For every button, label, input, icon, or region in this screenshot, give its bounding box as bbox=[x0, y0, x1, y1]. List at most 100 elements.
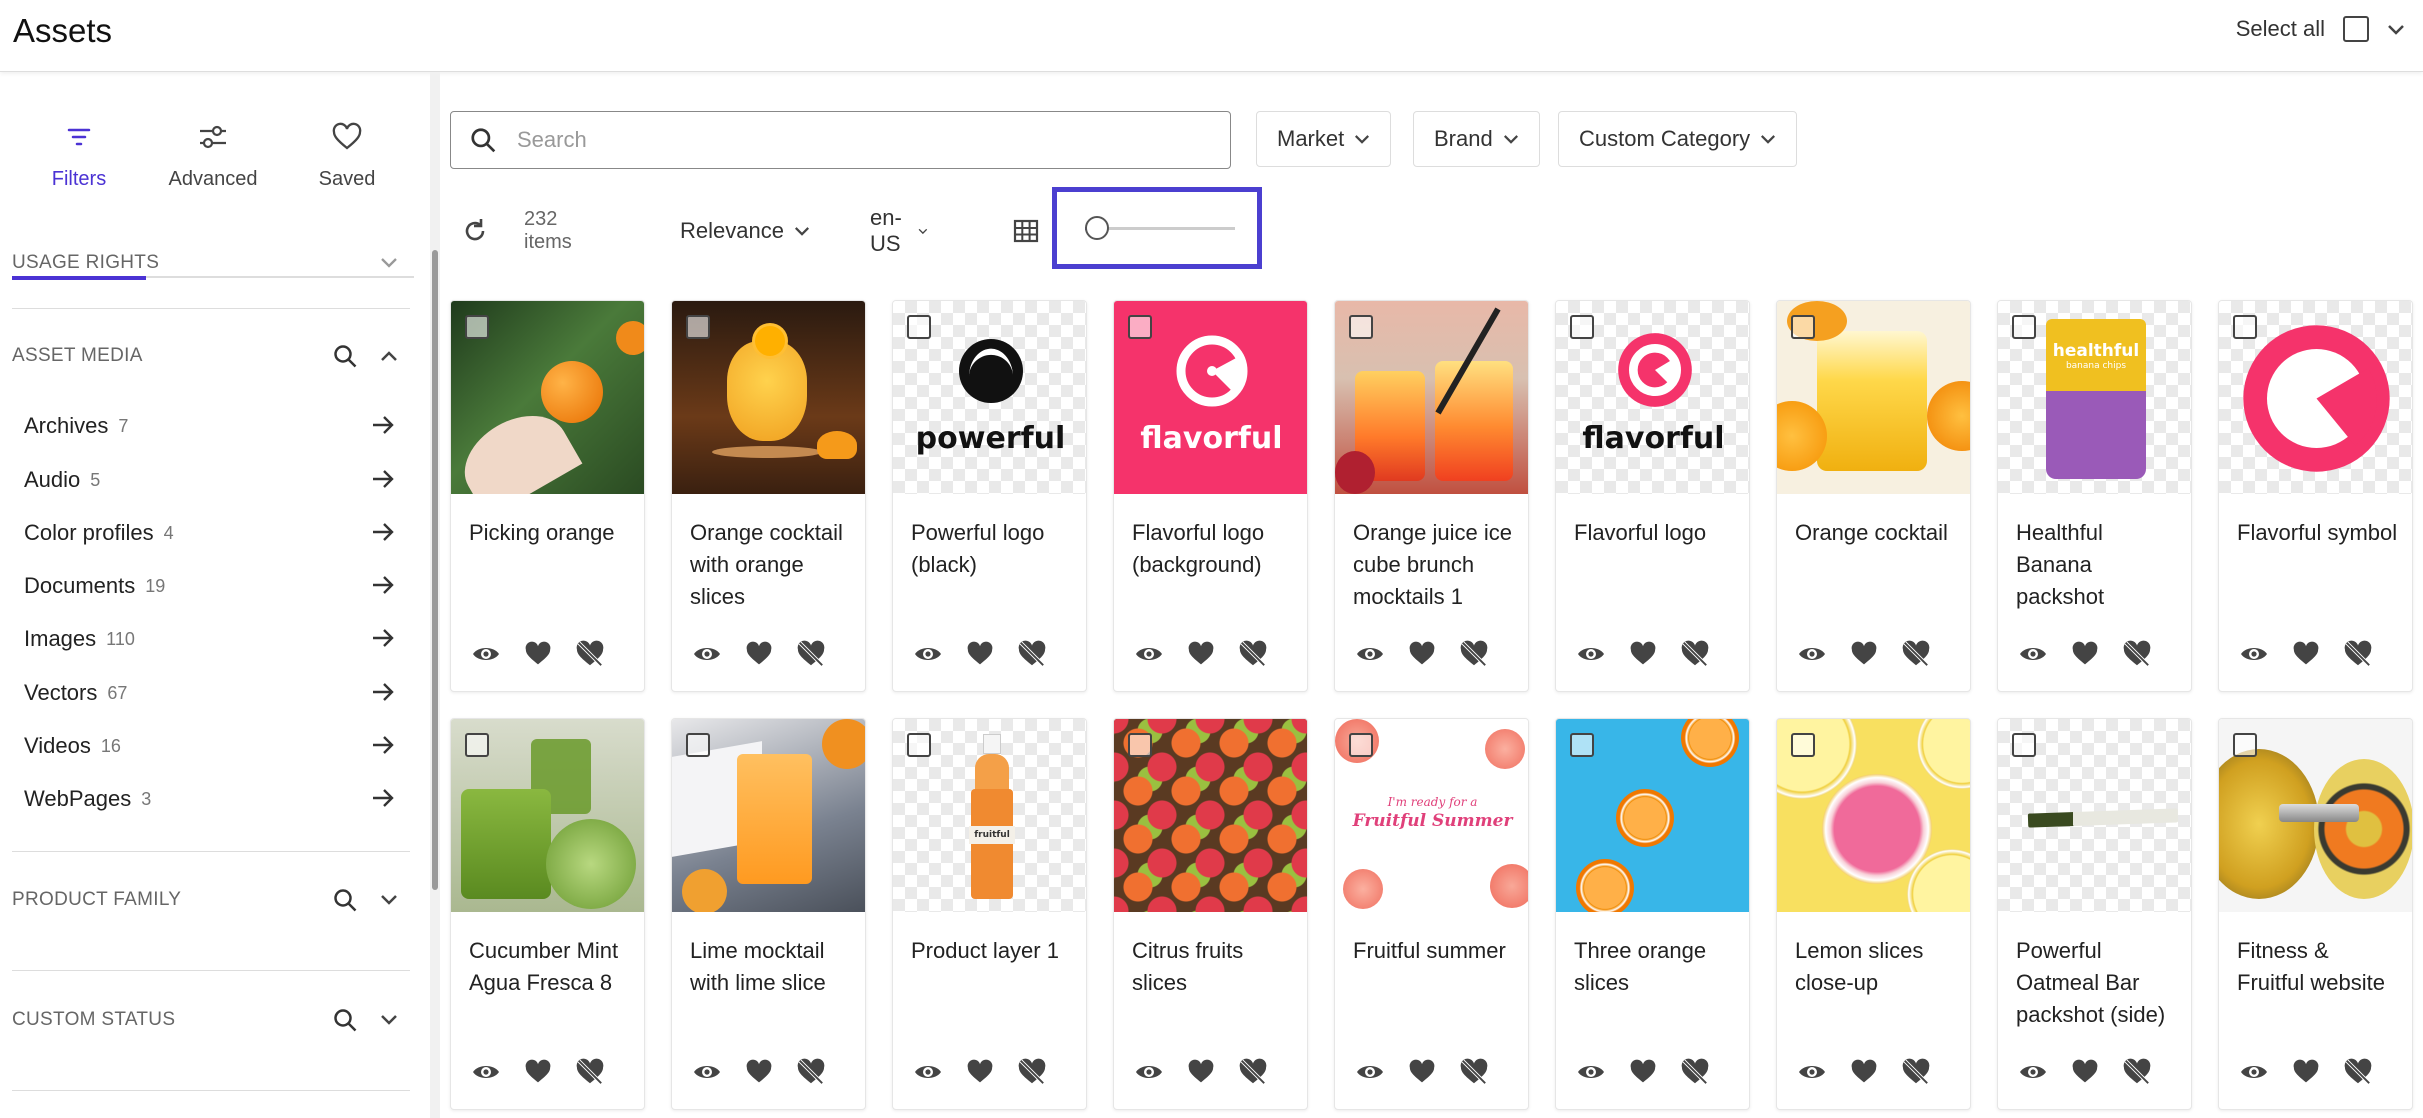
asset-card[interactable]: Lemon slices close-up bbox=[1776, 718, 1971, 1110]
heart-off-icon[interactable] bbox=[1678, 637, 1712, 671]
asset-card[interactable]: Citrus fruits slices bbox=[1113, 718, 1308, 1110]
heart-icon[interactable] bbox=[2289, 1055, 2323, 1089]
asset-card[interactable]: Lime mocktail with lime slice bbox=[671, 718, 866, 1110]
asset-name[interactable]: Fruitful summer bbox=[1353, 935, 1518, 967]
eye-icon[interactable] bbox=[1795, 637, 1829, 671]
eye-icon[interactable] bbox=[1574, 1055, 1608, 1089]
asset-name[interactable]: Flavorful logo (background) bbox=[1132, 517, 1297, 581]
heart-icon[interactable] bbox=[1184, 1055, 1218, 1089]
chevron-down-icon[interactable] bbox=[2387, 16, 2405, 42]
select-all-control[interactable]: Select all bbox=[2236, 16, 2405, 42]
heart-off-icon[interactable] bbox=[794, 1055, 828, 1089]
eye-icon[interactable] bbox=[2237, 1055, 2271, 1089]
asset-name[interactable]: Lemon slices close-up bbox=[1795, 935, 1960, 999]
heart-icon[interactable] bbox=[1847, 637, 1881, 671]
heart-off-icon[interactable] bbox=[1899, 637, 1933, 671]
eye-icon[interactable] bbox=[1132, 637, 1166, 671]
heart-icon[interactable] bbox=[2289, 637, 2323, 671]
asset-card[interactable]: Fitness & Fruitful website bbox=[2218, 718, 2413, 1110]
sidebar-scrollbar-thumb[interactable] bbox=[432, 250, 438, 890]
asset-name[interactable]: Healthful Banana packshot bbox=[2016, 517, 2181, 613]
section-asset-media[interactable]: ASSET MEDIA bbox=[12, 336, 398, 376]
brand-filter-button[interactable]: Brand bbox=[1413, 111, 1540, 167]
asset-name[interactable]: Powerful logo (black) bbox=[911, 517, 1076, 581]
heart-icon[interactable] bbox=[1626, 637, 1660, 671]
facet-item-color-profiles[interactable]: Color profiles 4 bbox=[24, 515, 396, 551]
heart-off-icon[interactable] bbox=[2341, 637, 2375, 671]
facet-item-vectors[interactable]: Vectors 67 bbox=[24, 675, 396, 711]
asset-checkbox[interactable] bbox=[1570, 733, 1594, 757]
heart-icon[interactable] bbox=[1405, 1055, 1439, 1089]
asset-checkbox[interactable] bbox=[1128, 315, 1152, 339]
asset-checkbox[interactable] bbox=[1570, 315, 1594, 339]
custom-category-filter-button[interactable]: Custom Category bbox=[1558, 111, 1798, 167]
eye-icon[interactable] bbox=[1574, 637, 1608, 671]
heart-icon[interactable] bbox=[521, 1055, 555, 1089]
eye-icon[interactable] bbox=[1353, 1055, 1387, 1089]
asset-name[interactable]: Orange cocktail bbox=[1795, 517, 1960, 549]
heart-off-icon[interactable] bbox=[1015, 1055, 1049, 1089]
asset-checkbox[interactable] bbox=[1791, 315, 1815, 339]
asset-name[interactable]: Orange cocktail with orange slices bbox=[690, 517, 855, 613]
asset-checkbox[interactable] bbox=[465, 733, 489, 757]
asset-card[interactable]: Orange cocktail bbox=[1776, 300, 1971, 692]
arrow-right-icon[interactable] bbox=[370, 625, 396, 651]
heart-icon[interactable] bbox=[1184, 637, 1218, 671]
refresh-button[interactable] bbox=[460, 196, 490, 266]
eye-icon[interactable] bbox=[469, 1055, 503, 1089]
facet-item-videos[interactable]: Videos 16 bbox=[24, 728, 396, 764]
asset-name[interactable]: Fitness & Fruitful website bbox=[2237, 935, 2402, 999]
eye-icon[interactable] bbox=[1795, 1055, 1829, 1089]
search-icon[interactable] bbox=[332, 343, 358, 369]
section-product-family[interactable]: PRODUCT FAMILY bbox=[12, 880, 398, 920]
heart-off-icon[interactable] bbox=[2120, 1055, 2154, 1089]
asset-name[interactable]: Product layer 1 bbox=[911, 935, 1076, 967]
asset-card[interactable]: I'm ready for a Fruitful Summer Fruitful s… bbox=[1334, 718, 1529, 1110]
asset-name[interactable]: Lime mocktail with lime slice bbox=[690, 935, 855, 999]
asset-name[interactable]: Cucumber Mint Agua Fresca 8 bbox=[469, 935, 634, 999]
chevron-down-icon[interactable] bbox=[380, 1014, 398, 1026]
facet-item-webpages[interactable]: WebPages 3 bbox=[24, 781, 396, 817]
sort-dropdown[interactable]: Relevance bbox=[680, 196, 810, 266]
heart-icon[interactable] bbox=[742, 637, 776, 671]
section-usage-rights[interactable]: USAGE RIGHTS bbox=[12, 243, 398, 283]
facet-item-archives[interactable]: Archives 7 bbox=[24, 408, 396, 444]
eye-icon[interactable] bbox=[690, 1055, 724, 1089]
asset-checkbox[interactable] bbox=[907, 315, 931, 339]
section-custom-status[interactable]: CUSTOM STATUS bbox=[12, 1000, 398, 1040]
arrow-right-icon[interactable] bbox=[370, 572, 396, 598]
asset-card[interactable]: fruitful Product layer 1 bbox=[892, 718, 1087, 1110]
eye-icon[interactable] bbox=[2016, 1055, 2050, 1089]
heart-off-icon[interactable] bbox=[1457, 1055, 1491, 1089]
heart-icon[interactable] bbox=[1847, 1055, 1881, 1089]
asset-checkbox[interactable] bbox=[2233, 315, 2257, 339]
search-input[interactable] bbox=[517, 127, 1197, 153]
heart-off-icon[interactable] bbox=[1236, 1055, 1270, 1089]
search-icon[interactable] bbox=[332, 887, 358, 913]
heart-off-icon[interactable] bbox=[1899, 1055, 1933, 1089]
facet-item-audio[interactable]: Audio 5 bbox=[24, 462, 396, 498]
asset-card[interactable]: flavorful Flavorful logo bbox=[1555, 300, 1750, 692]
heart-off-icon[interactable] bbox=[573, 637, 607, 671]
heart-off-icon[interactable] bbox=[573, 1055, 607, 1089]
asset-card[interactable]: healthful banana chips Healthful Banana pa… bbox=[1997, 300, 2192, 692]
eye-icon[interactable] bbox=[1353, 637, 1387, 671]
arrow-right-icon[interactable] bbox=[370, 519, 396, 545]
asset-card[interactable]: Cucumber Mint Agua Fresca 8 bbox=[450, 718, 645, 1110]
heart-icon[interactable] bbox=[2068, 1055, 2102, 1089]
asset-card[interactable]: Picking orange bbox=[450, 300, 645, 692]
heart-off-icon[interactable] bbox=[1457, 637, 1491, 671]
eye-icon[interactable] bbox=[1132, 1055, 1166, 1089]
asset-checkbox[interactable] bbox=[2012, 733, 2036, 757]
asset-name[interactable]: Flavorful symbol bbox=[2237, 517, 2402, 549]
asset-checkbox[interactable] bbox=[1349, 733, 1373, 757]
eye-icon[interactable] bbox=[2016, 637, 2050, 671]
arrow-right-icon[interactable] bbox=[370, 412, 396, 438]
arrow-right-icon[interactable] bbox=[370, 732, 396, 758]
eye-icon[interactable] bbox=[911, 637, 945, 671]
eye-icon[interactable] bbox=[469, 637, 503, 671]
eye-icon[interactable] bbox=[2237, 637, 2271, 671]
asset-checkbox[interactable] bbox=[686, 315, 710, 339]
heart-icon[interactable] bbox=[2068, 637, 2102, 671]
asset-checkbox[interactable] bbox=[465, 315, 489, 339]
